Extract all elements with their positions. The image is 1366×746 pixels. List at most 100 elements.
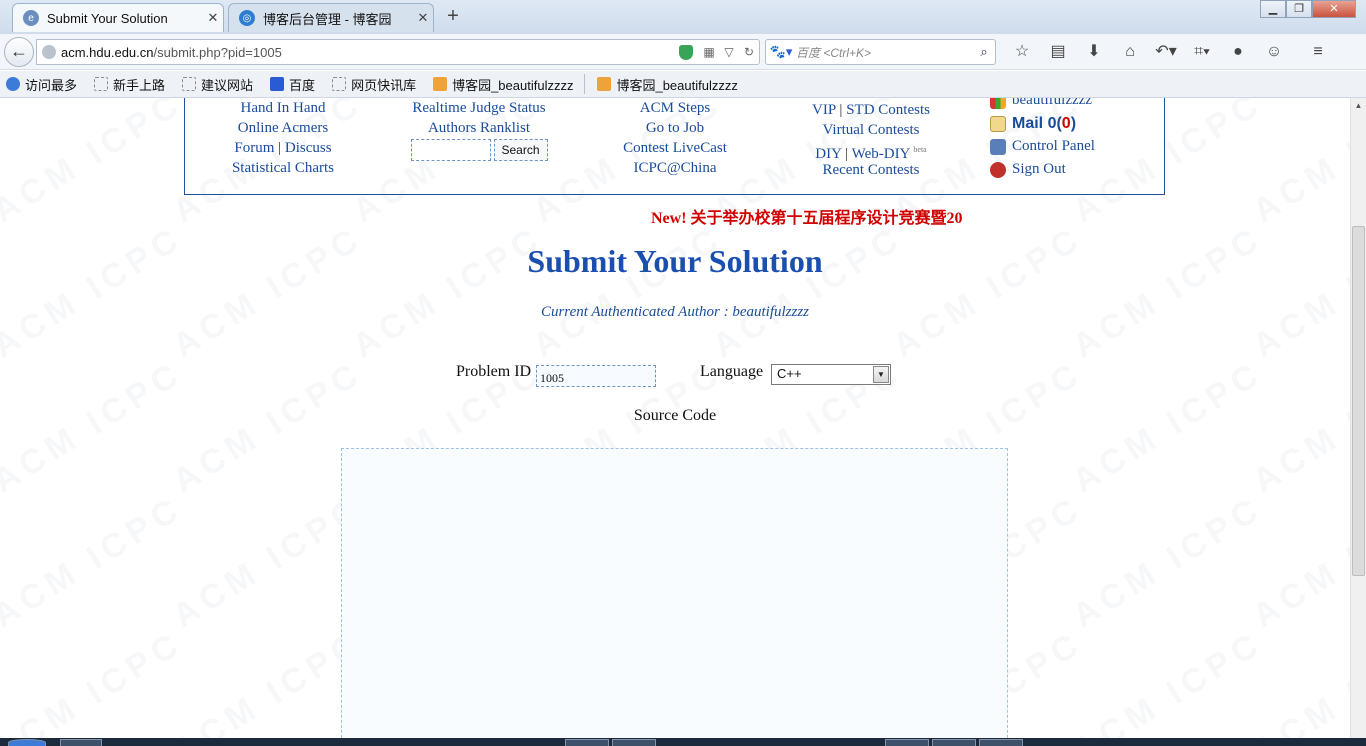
bookmark-star-icon[interactable]: ☆ <box>1004 42 1040 62</box>
site-identity-icon[interactable] <box>42 45 56 59</box>
taskbar-item[interactable] <box>565 739 609 746</box>
bookmarks-menu-icon[interactable]: ▤ <box>1040 42 1076 62</box>
link-acm-steps[interactable]: ACM Steps <box>640 100 710 116</box>
restore-icon[interactable]: ❐ <box>1286 0 1312 18</box>
link-hand-in-hand[interactable]: Hand In Hand <box>241 100 326 116</box>
link-go-to-job[interactable]: Go to Job <box>646 120 704 136</box>
problem-id-label: Problem ID <box>456 363 532 380</box>
minimize-icon[interactable]: ▁ <box>1260 0 1286 18</box>
taskbar-item[interactable] <box>932 739 976 746</box>
language-select[interactable]: C++ ▼ <box>771 364 891 385</box>
start-button-icon[interactable] <box>8 739 46 746</box>
scroll-up-icon[interactable]: ▲ <box>1351 98 1366 114</box>
link-realtime-judge-status[interactable]: Realtime Judge Status <box>412 100 545 116</box>
navigation-toolbar: ← acm.hdu.edu.cn/submit.php?pid=1005 ▦ ▽… <box>0 34 1366 70</box>
link-virtual-contests[interactable]: Virtual Contests <box>822 122 919 138</box>
source-code-textarea[interactable] <box>341 448 1008 746</box>
vertical-scrollbar[interactable]: ▲ <box>1350 98 1366 746</box>
bookmark-getting-started[interactable]: 新手上路 <box>88 75 165 94</box>
link-sign-out[interactable]: Sign Out <box>1012 161 1066 178</box>
close-tab-icon[interactable]: ✕ <box>203 10 223 26</box>
tab-blog-admin[interactable]: ◎ 博客后台管理 - 博客园 ✕ <box>228 3 434 32</box>
home-icon[interactable]: ⌂ <box>1112 42 1148 62</box>
link-discuss[interactable]: Discuss <box>285 140 332 156</box>
link-vip[interactable]: VIP <box>812 102 836 118</box>
baidu-engine-icon[interactable]: 🐾▾ <box>766 44 796 60</box>
bookmark-web-slices[interactable]: 网页快讯库 <box>326 75 416 94</box>
link-statistical-charts[interactable]: Statistical Charts <box>232 160 334 176</box>
window-close-icon[interactable]: ✕ <box>1312 0 1356 18</box>
os-taskbar <box>0 738 1366 746</box>
chevron-down-icon[interactable]: ▼ <box>873 366 889 383</box>
bookmark-page-icon <box>94 77 109 91</box>
rss-feed-icon <box>597 77 612 91</box>
bookmark-separator <box>584 74 586 94</box>
site-search-input[interactable] <box>410 139 491 161</box>
source-code-label: Source Code <box>633 407 717 424</box>
link-recent-contests[interactable]: Recent Contests <box>822 162 919 178</box>
smiley-icon[interactable]: ☺ <box>1256 42 1292 62</box>
link-authors-ranklist[interactable]: Authors Ranklist <box>428 120 530 136</box>
watermark-text: ACM ICPC <box>166 353 370 501</box>
reload-icon[interactable]: ↻ <box>739 45 759 59</box>
url-text[interactable]: acm.hdu.edu.cn/submit.php?pid=1005 <box>61 45 679 60</box>
dropdown-arrow-icon[interactable]: ▽ <box>719 45 739 59</box>
bookmark-star-icon <box>6 77 20 91</box>
language-label: Language <box>700 363 764 380</box>
watermark-text: ACM ICPC <box>0 218 190 366</box>
search-icon[interactable]: ⌕ <box>973 44 995 60</box>
new-tab-button[interactable]: + <box>443 5 463 27</box>
link-contest-livecast[interactable]: Contest LiveCast <box>623 140 727 156</box>
shield-icon[interactable] <box>679 44 693 60</box>
bookmark-suggested-sites[interactable]: 建议网站 <box>176 75 253 94</box>
taskbar-item[interactable] <box>60 739 102 746</box>
link-online-acmers[interactable]: Online Acmers <box>238 120 328 136</box>
mail-envelope-icon <box>990 115 1006 132</box>
taskbar-item[interactable] <box>885 739 929 746</box>
separator: | <box>278 140 282 156</box>
taskbar-item[interactable] <box>612 739 656 746</box>
download-icon[interactable]: ⬇ <box>1076 42 1112 62</box>
taskbar-item[interactable] <box>979 739 1023 746</box>
link-mail[interactable]: Mail 0(0) <box>1012 115 1076 133</box>
rss-feed-icon <box>433 77 448 91</box>
mail-unread-count: 0 <box>1061 114 1071 132</box>
back-button[interactable]: ← <box>4 37 34 67</box>
watermark-text: ACM ICPC <box>886 218 1090 366</box>
watermark-text: ACM ICPC <box>1066 623 1270 746</box>
watermark-text: ACM ICPC <box>1246 353 1350 501</box>
search-bar[interactable]: 🐾▾ 百度 <Ctrl+K> ⌕ <box>765 39 996 65</box>
watermark-text: ACM ICPC <box>0 623 190 746</box>
bookmark-most-visited[interactable]: 访问最多 <box>0 75 77 94</box>
link-control-panel[interactable]: Control Panel <box>1012 138 1095 155</box>
problem-id-input[interactable]: 1005 <box>536 365 656 387</box>
news-marquee[interactable]: New! 关于举办校第十五届程序设计竞赛暨20 <box>651 204 973 228</box>
bookmark-label: 博客园_beautifulzzzz <box>452 77 574 93</box>
undo-icon[interactable]: ↶▾ <box>1148 42 1184 62</box>
link-forum[interactable]: Forum <box>234 140 274 156</box>
menu-icon[interactable]: ≡ <box>1300 42 1336 62</box>
bookmark-label: 新手上路 <box>113 77 166 93</box>
watermark-text: ACM ICPC <box>526 218 730 366</box>
bookmarks-toolbar: 访问最多 新手上路 建议网站 百度 网页快讯库 博客园_beautifulzzz… <box>0 71 1366 98</box>
close-tab-icon[interactable]: ✕ <box>413 10 433 26</box>
url-host: acm.hdu.edu.cn <box>61 44 154 60</box>
link-username[interactable]: beautifulzzzz <box>1012 98 1092 109</box>
crop-icon[interactable]: ⌗▾ <box>1184 42 1220 62</box>
address-bar[interactable]: acm.hdu.edu.cn/submit.php?pid=1005 ▦ ▽ ↻ <box>36 39 760 65</box>
tab-submit-your-solution[interactable]: e Submit Your Solution ✕ <box>12 3 224 32</box>
qr-code-icon[interactable]: ▦ <box>699 45 719 59</box>
bookmark-baidu[interactable]: 百度 <box>264 75 315 94</box>
watermark-text: ACM ICPC <box>346 218 550 366</box>
watermark-text: ACM ICPC <box>1246 623 1350 746</box>
bookmark-cnblogs-2[interactable]: 博客园_beautifulzzzz <box>591 75 738 94</box>
bookmark-cnblogs-1[interactable]: 博客园_beautifulzzzz <box>427 75 573 94</box>
user-panel: beautifulzzzz Mail 0(0) Control Panel Si… <box>990 98 1095 181</box>
scrollbar-thumb[interactable] <box>1352 226 1365 576</box>
watermark-text: ACM ICPC <box>166 488 370 636</box>
chat-icon[interactable]: ● <box>1220 42 1256 62</box>
link-icpc-china[interactable]: ICPC@China <box>634 160 717 176</box>
link-std-contests[interactable]: STD Contests <box>846 102 930 118</box>
site-search-button[interactable]: Search <box>493 139 548 161</box>
watermark-text: ACM ICPC <box>166 623 370 746</box>
